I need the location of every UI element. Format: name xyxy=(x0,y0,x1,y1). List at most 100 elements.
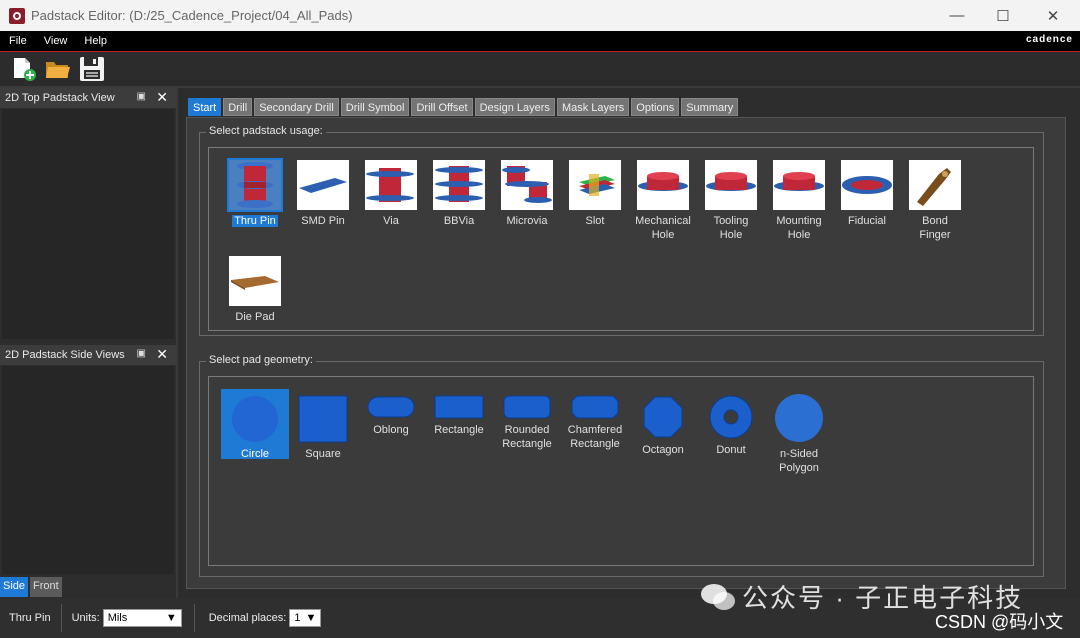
start-page: Select padstack usage: Thru Pin SMD Pin … xyxy=(186,117,1066,589)
open-button[interactable] xyxy=(44,55,72,83)
tooling-hole-icon xyxy=(705,160,757,210)
tab-drill-symbol[interactable]: Drill Symbol xyxy=(340,98,410,116)
usage-thru-pin[interactable]: Thru Pin xyxy=(221,158,289,228)
wechat-icon xyxy=(701,583,735,610)
tab-start[interactable]: Start xyxy=(188,98,222,116)
bbvia-icon xyxy=(433,160,485,210)
usage-fiducial[interactable]: Fiducial xyxy=(833,160,901,228)
geometry-square[interactable]: Square xyxy=(289,395,357,461)
usage-group: Select padstack usage: Thru Pin SMD Pin … xyxy=(199,125,1044,336)
toolbar xyxy=(0,52,1080,86)
units-value: Mils xyxy=(107,612,128,624)
item-label: Tooling xyxy=(713,215,749,227)
menu-view[interactable]: View xyxy=(35,35,76,47)
tab-drill-offset[interactable]: Drill Offset xyxy=(411,98,473,116)
item-label: Via xyxy=(383,215,399,227)
item-label: Chamfered xyxy=(567,424,623,436)
tab-front[interactable]: Front xyxy=(30,577,62,597)
chamfered-rectangle-shape-icon xyxy=(571,395,619,419)
geometry-octagon[interactable]: Octagon xyxy=(629,395,697,457)
geometry-label: Select pad geometry: xyxy=(206,354,316,366)
item-label: BBVia xyxy=(443,215,475,227)
item-label: SMD Pin xyxy=(301,215,345,227)
item-label: n-Sided xyxy=(780,448,818,460)
save-button[interactable] xyxy=(78,55,106,83)
geometry-chamfered-rectangle[interactable]: Chamfered Rectangle xyxy=(561,395,629,451)
float-icon[interactable]: ▣ xyxy=(137,91,146,102)
minimize-button[interactable]: — xyxy=(934,0,980,31)
folder-icon xyxy=(46,62,70,78)
donut-shape-icon xyxy=(709,395,753,439)
bond-finger-icon xyxy=(909,160,961,210)
decimal-select[interactable]: 1 ▼ xyxy=(289,609,322,627)
units-label: Units: xyxy=(71,612,100,624)
usage-bbvia[interactable]: BBVia xyxy=(425,160,493,228)
item-label: Rectangle xyxy=(434,424,484,436)
item-label: Oblong xyxy=(373,424,409,436)
tab-options[interactable]: Options xyxy=(631,98,680,116)
tab-design-layers[interactable]: Design Layers xyxy=(474,98,555,116)
main-area: Start Drill Secondary Drill Drill Symbol… xyxy=(178,88,1080,598)
geometry-oblong[interactable]: Oblong xyxy=(357,395,425,437)
geometry-rounded-rectangle[interactable]: Rounded Rectangle xyxy=(493,395,561,451)
usage-label: Select padstack usage: xyxy=(206,125,326,137)
tab-secondary-drill[interactable]: Secondary Drill xyxy=(254,98,339,116)
menu-bar: File View Help cadence xyxy=(0,31,1080,52)
tab-summary[interactable]: Summary xyxy=(681,98,739,116)
via-icon xyxy=(365,160,417,210)
side-views-title: 2D Padstack Side Views xyxy=(5,349,125,361)
geometry-n-sided-polygon[interactable]: n-Sided Polygon xyxy=(765,393,833,475)
item-label: Rounded xyxy=(504,424,550,436)
die-pad-icon xyxy=(229,256,281,306)
tab-drill[interactable]: Drill xyxy=(223,98,253,116)
item-label-line2: Finger xyxy=(919,229,951,241)
tab-mask-layers[interactable]: Mask Layers xyxy=(556,98,630,116)
item-label-line2: Hole xyxy=(719,229,743,241)
usage-tooling-hole[interactable]: Tooling Hole xyxy=(697,160,765,242)
usage-mechanical-hole[interactable]: Mechanical Hole xyxy=(629,160,697,242)
top-view-title: 2D Top Padstack View xyxy=(5,92,115,104)
geometry-group: Select pad geometry: Circle Square Oblon… xyxy=(199,354,1044,577)
geometry-circle[interactable]: Circle xyxy=(221,389,289,460)
app-icon xyxy=(9,7,25,24)
item-label: Slot xyxy=(585,215,605,227)
close-icon[interactable]: ✕ xyxy=(156,89,168,106)
close-button[interactable]: ✕ xyxy=(1030,0,1076,31)
new-button[interactable] xyxy=(10,55,38,83)
usage-mounting-hole[interactable]: Mounting Hole xyxy=(765,160,833,242)
tab-side[interactable]: Side xyxy=(0,577,29,597)
item-label: Donut xyxy=(716,444,746,456)
item-label: Thru Pin xyxy=(232,215,278,227)
mechanical-hole-icon xyxy=(637,160,689,210)
usage-die-pad[interactable]: Die Pad xyxy=(221,256,289,324)
float-icon[interactable]: ▣ xyxy=(137,348,146,359)
usage-smd-pin[interactable]: SMD Pin xyxy=(289,160,357,228)
decimal-value: 1 xyxy=(294,612,301,624)
usage-microvia[interactable]: Microvia xyxy=(493,160,561,228)
geometry-rectangle[interactable]: Rectangle xyxy=(425,395,493,437)
item-label: Mounting xyxy=(776,215,822,227)
menu-help[interactable]: Help xyxy=(75,35,115,47)
decimal-label: Decimal places: xyxy=(208,612,287,624)
csdn-watermark: CSDN @码小文 xyxy=(935,612,1064,632)
item-label: Octagon xyxy=(642,444,684,456)
menu-file[interactable]: File xyxy=(0,35,35,47)
usage-via[interactable]: Via xyxy=(357,160,425,228)
top-view-header: 2D Top Padstack View ▣ ✕ xyxy=(0,88,176,108)
oblong-shape-icon xyxy=(367,396,415,418)
mounting-hole-icon xyxy=(773,160,825,210)
cadence-logo: cadence xyxy=(1025,34,1073,45)
item-label: Fiducial xyxy=(848,215,886,227)
usage-bond-finger[interactable]: Bond Finger xyxy=(901,160,969,242)
item-label: Mechanical xyxy=(635,215,691,227)
side-views-canvas xyxy=(2,366,174,574)
save-icon xyxy=(80,57,104,81)
geometry-donut[interactable]: Donut xyxy=(697,395,765,457)
units-select[interactable]: Mils ▼ xyxy=(102,609,182,627)
item-label: Circle xyxy=(240,448,270,460)
usage-slot[interactable]: Slot xyxy=(561,160,629,228)
side-view-tabs: Side Front xyxy=(0,577,64,597)
close-icon[interactable]: ✕ xyxy=(156,346,168,363)
maximize-button[interactable]: ☐ xyxy=(980,0,1026,31)
rounded-rectangle-shape-icon xyxy=(503,395,551,419)
